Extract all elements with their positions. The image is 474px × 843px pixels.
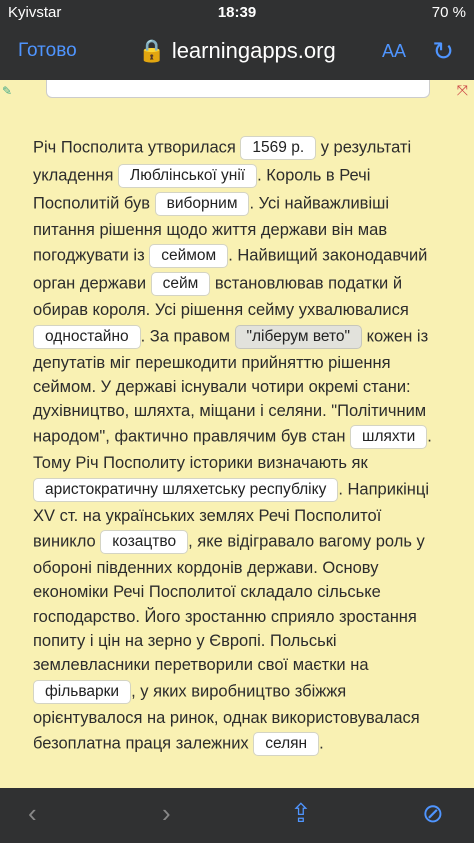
answer-box[interactable]: сеймом xyxy=(149,244,229,269)
answer-box[interactable]: сейм xyxy=(150,272,211,297)
clock: 18:39 xyxy=(217,4,257,21)
answer-box[interactable]: Люблінської унії xyxy=(118,164,258,188)
fullscreen-icon[interactable]: ⤧ xyxy=(457,82,468,99)
reload-icon[interactable]: ↻ xyxy=(432,36,454,67)
text-size-button[interactable]: AA xyxy=(382,41,406,62)
lock-icon: 🔒 xyxy=(138,38,166,63)
text-segment: , яке відігравало вагому роль у обороні … xyxy=(33,532,425,675)
compass-icon[interactable]: ⊘ xyxy=(422,798,444,829)
text-segment: . xyxy=(319,734,324,753)
answer-box[interactable]: одностайно xyxy=(33,324,141,349)
chevron-left-icon[interactable]: ‹ xyxy=(28,798,37,829)
answer-box[interactable]: фільварки xyxy=(33,679,132,704)
answer-box[interactable]: селян xyxy=(253,731,320,756)
answer-box[interactable]: шляхти xyxy=(350,425,428,450)
answer-box-selected[interactable]: "ліберум вето" xyxy=(234,324,363,349)
answer-box[interactable]: виборним xyxy=(154,192,250,216)
title-bar xyxy=(46,80,430,98)
browser-navbar: Готово 🔒 learningapps.org AA ↻ xyxy=(0,26,474,80)
answer-box[interactable]: аристократичну шляхетську республіку xyxy=(33,477,339,502)
cloze-paragraph: Річ Посполита утворилася 1569 р. у резул… xyxy=(33,134,448,758)
answer-box[interactable]: козацтво xyxy=(100,530,189,555)
text-segment: . За правом xyxy=(140,326,235,345)
status-bar: Kyivstar 18:39 70 % xyxy=(0,0,474,26)
share-icon[interactable]: ⇪ xyxy=(290,798,312,829)
chevron-right-icon[interactable]: › xyxy=(162,798,171,829)
edit-icon[interactable]: ✎ xyxy=(2,84,16,98)
battery-label: 70 % xyxy=(431,4,466,21)
app-content: ✎ ⤧ Річ Посполита утворилася 1569 р. у р… xyxy=(0,80,474,788)
answer-box[interactable]: 1569 р. xyxy=(240,136,317,160)
url-text: learningapps.org xyxy=(171,38,336,63)
text-segment: Річ Посполита утворилася xyxy=(33,138,241,157)
browser-toolbar: ‹ › ⇪ ⊘ xyxy=(0,788,474,843)
